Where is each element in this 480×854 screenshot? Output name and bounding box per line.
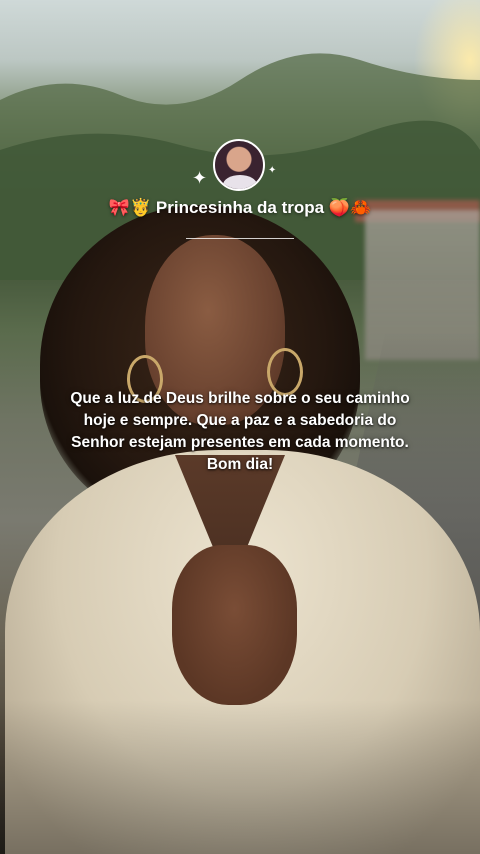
avatar[interactable] [213, 139, 265, 191]
bottom-shade [0, 700, 480, 854]
post-caption: Que a luz de Deus brilhe sobre o seu cam… [70, 390, 410, 473]
username[interactable]: 🎀🤴 Princesinha da tropa 🍑🦀 [0, 198, 480, 218]
clasped-hands [172, 545, 297, 705]
divider [186, 238, 294, 239]
sparkle-icon: ✦ [192, 168, 208, 189]
sparkle-small-icon: ✦ [268, 165, 277, 176]
